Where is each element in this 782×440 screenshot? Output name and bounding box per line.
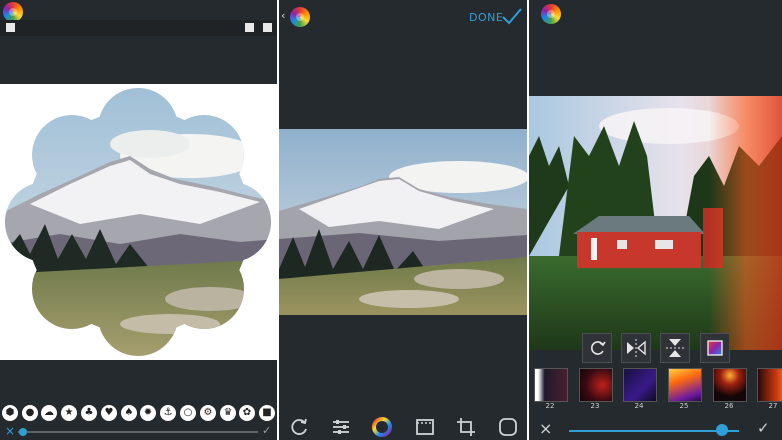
- filter-thumbnail[interactable]: [579, 368, 613, 402]
- back-chevron-icon[interactable]: ‹: [281, 9, 285, 22]
- top-toolbar: [0, 20, 277, 36]
- drop-icon-glyph: ●: [25, 407, 35, 418]
- app-logo-icon[interactable]: [541, 4, 561, 24]
- club-icon-glyph: ♣: [84, 407, 94, 418]
- filter-label: 26: [724, 402, 734, 410]
- shape-size-slider[interactable]: [18, 431, 258, 433]
- square-icon[interactable]: ■: [259, 405, 275, 421]
- heart-icon[interactable]: ♥: [101, 405, 117, 421]
- badge-icon[interactable]: ✹: [140, 405, 156, 421]
- color-wheel-icon[interactable]: [371, 416, 393, 438]
- adjust-icon[interactable]: [330, 416, 352, 438]
- photo-preview[interactable]: [529, 96, 782, 350]
- filter-label: 25: [679, 402, 689, 410]
- spade-icon-glyph: ♠: [124, 407, 134, 418]
- flower-icon-glyph: ✿: [242, 407, 252, 418]
- hexagon-icon-glyph: ⬢: [5, 407, 15, 418]
- flip-horizontal-icon[interactable]: [621, 333, 651, 363]
- badge-icon-glyph: ✹: [143, 407, 153, 418]
- slider-handle[interactable]: [18, 428, 27, 436]
- spade-icon[interactable]: ♠: [121, 405, 137, 421]
- confirm-icon[interactable]: ✓: [262, 424, 271, 438]
- filter-thumbnail[interactable]: [534, 368, 568, 402]
- canvas-area: [0, 84, 277, 360]
- screen-editor: ‹ DONE: [279, 0, 527, 440]
- filter-thumbnail[interactable]: [757, 368, 782, 402]
- filter-thumbnail[interactable]: [668, 368, 702, 402]
- screen-filters: 22 23 24 25 26 27 × ✓: [529, 0, 782, 440]
- close-icon[interactable]: ×: [539, 421, 552, 437]
- filter-label: 27: [768, 402, 778, 410]
- star-icon-glyph: ★: [64, 407, 74, 418]
- crop-icon[interactable]: [455, 416, 477, 438]
- cloud-icon-glyph: ☁: [44, 407, 54, 418]
- filter-thumbnail[interactable]: [713, 368, 747, 402]
- app-logo-icon[interactable]: [290, 7, 310, 27]
- star-icon[interactable]: ★: [61, 405, 77, 421]
- slider-handle[interactable]: [716, 424, 728, 436]
- cloud-icon[interactable]: ☁: [41, 405, 57, 421]
- flower-icon[interactable]: ✿: [239, 405, 255, 421]
- shape-selector: ⬢ ● ☁ ★ ♣ ♥ ♠ ✹ ⚓ ○ ⚙ ♛ ✿ ■: [0, 402, 277, 424]
- drop-icon[interactable]: ●: [22, 405, 38, 421]
- rotate-icon[interactable]: [582, 333, 612, 363]
- gear-icon[interactable]: ⚙: [200, 405, 216, 421]
- filter-label: 22: [545, 402, 555, 410]
- app-logo-icon[interactable]: [3, 2, 23, 22]
- heart-icon-glyph: ♥: [104, 407, 114, 418]
- anchor-icon-glyph: ⚓: [163, 407, 173, 418]
- shaped-photo[interactable]: [0, 84, 277, 360]
- toolbar-square-icon[interactable]: [245, 23, 254, 32]
- film-icon[interactable]: [414, 416, 436, 438]
- toolbar-square-icon[interactable]: [6, 23, 15, 32]
- toolbar-square-icon[interactable]: [263, 23, 272, 32]
- filter-intensity-slider[interactable]: [569, 430, 739, 432]
- circle-icon-glyph: ○: [183, 407, 193, 418]
- club-icon[interactable]: ♣: [81, 405, 97, 421]
- filter-label: 23: [590, 402, 600, 410]
- square-icon-glyph: ■: [262, 407, 272, 418]
- close-icon[interactable]: ×: [5, 424, 15, 438]
- filter-label: 24: [634, 402, 644, 410]
- done-button[interactable]: DONE: [469, 11, 503, 24]
- filter-thumbnail[interactable]: [623, 368, 657, 402]
- circle-icon[interactable]: ○: [180, 405, 196, 421]
- screen-shape-frame: ⬢ ● ☁ ★ ♣ ♥ ♠ ✹ ⚓ ○ ⚙ ♛ ✿ ■ × ✓: [0, 0, 277, 440]
- rotate-icon[interactable]: [288, 416, 310, 438]
- photo-preview[interactable]: [279, 129, 527, 315]
- confirm-icon[interactable]: ✓: [757, 420, 770, 436]
- color-overlay-icon[interactable]: [700, 333, 730, 363]
- crown-icon-glyph: ♛: [223, 407, 233, 418]
- anchor-icon[interactable]: ⚓: [160, 405, 176, 421]
- hexagon-icon[interactable]: ⬢: [2, 405, 18, 421]
- flip-vertical-icon[interactable]: [660, 333, 690, 363]
- gear-icon-glyph: ⚙: [203, 407, 213, 418]
- crown-icon[interactable]: ♛: [220, 405, 236, 421]
- frame-icon[interactable]: [497, 416, 519, 438]
- done-check-icon[interactable]: [501, 7, 523, 25]
